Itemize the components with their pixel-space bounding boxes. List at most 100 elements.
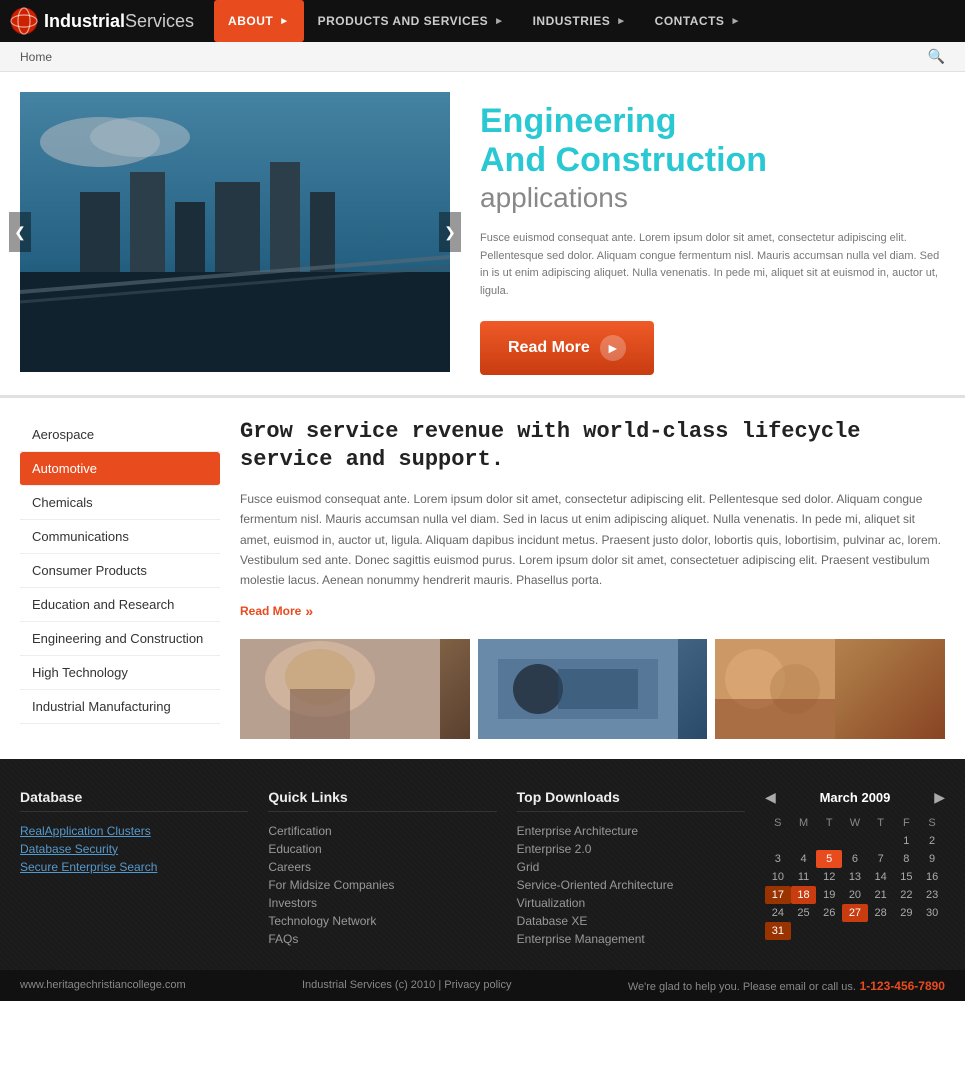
content-title: Grow service revenue with world-class li… bbox=[240, 418, 945, 475]
sidebar-item-industrial[interactable]: Industrial Manufacturing bbox=[20, 690, 220, 724]
calendar-day[interactable]: 7 bbox=[868, 850, 894, 868]
hero-subtitle: applications bbox=[480, 182, 945, 214]
footer-downloads-col: Top Downloads Enterprise Architecture En… bbox=[517, 789, 745, 950]
calendar-day[interactable]: 22 bbox=[894, 886, 920, 904]
footer-db-link-1[interactable]: Database Security bbox=[20, 842, 248, 856]
footer-dl-link-0[interactable]: Enterprise Architecture bbox=[517, 824, 745, 838]
calendar-day[interactable]: 11 bbox=[791, 868, 817, 886]
sidebar-item-engineering[interactable]: Engineering and Construction bbox=[20, 622, 220, 656]
calendar-day[interactable]: 5 bbox=[816, 850, 842, 868]
logo[interactable]: IndustrialServices bbox=[10, 7, 194, 35]
photo-2 bbox=[478, 639, 708, 739]
hero-description: Fusce euismod consequat ante. Lorem ipsu… bbox=[480, 230, 945, 300]
calendar-day[interactable]: 9 bbox=[919, 850, 945, 868]
sidebar-item-hightech[interactable]: High Technology bbox=[20, 656, 220, 690]
calendar-day bbox=[894, 922, 920, 940]
cal-day-t: T bbox=[816, 814, 842, 832]
photo-3 bbox=[715, 639, 945, 739]
calendar-day[interactable]: 2 bbox=[919, 832, 945, 850]
calendar-day[interactable]: 8 bbox=[894, 850, 920, 868]
hero-section: ❮ bbox=[0, 72, 965, 395]
calendar-day[interactable]: 30 bbox=[919, 904, 945, 922]
calendar-day[interactable]: 29 bbox=[894, 904, 920, 922]
footer-dl-link-6[interactable]: Enterprise Management bbox=[517, 932, 745, 946]
calendar-day[interactable]: 21 bbox=[868, 886, 894, 904]
search-icon[interactable]: 🔍 bbox=[928, 48, 945, 65]
calendar-day[interactable]: 19 bbox=[816, 886, 842, 904]
calendar-day[interactable]: 27 bbox=[842, 904, 868, 922]
footer-calendar: ◀ March 2009 ▶ S M T W T F S bbox=[765, 789, 945, 950]
footer-dl-link-5[interactable]: Database XE bbox=[517, 914, 745, 928]
hero-title-line1: Engineering bbox=[480, 102, 945, 141]
footer-ql-link-3[interactable]: For Midsize Companies bbox=[268, 878, 496, 892]
calendar-day[interactable]: 1 bbox=[894, 832, 920, 850]
nav-products[interactable]: PRODUCTS AND SERVICES ► bbox=[304, 0, 519, 42]
hero-next-button[interactable]: ❯ bbox=[439, 212, 461, 252]
footer-quicklinks-col: Quick Links Certification Education Care… bbox=[268, 789, 496, 950]
calendar-day[interactable]: 14 bbox=[868, 868, 894, 886]
sidebar-item-automotive[interactable]: Automotive bbox=[20, 452, 220, 486]
calendar-day[interactable]: 25 bbox=[791, 904, 817, 922]
footer-ql-link-1[interactable]: Education bbox=[268, 842, 496, 856]
calendar-day[interactable]: 23 bbox=[919, 886, 945, 904]
photo-1 bbox=[240, 639, 470, 739]
calendar-next-button[interactable]: ▶ bbox=[934, 789, 945, 806]
nav-contacts[interactable]: CONTACTS ► bbox=[641, 0, 755, 42]
hero-image-wrap: ❮ bbox=[20, 92, 450, 372]
calendar-day[interactable]: 28 bbox=[868, 904, 894, 922]
footer-dl-link-2[interactable]: Grid bbox=[517, 860, 745, 874]
footer-db-link-2[interactable]: Secure Enterprise Search bbox=[20, 860, 248, 874]
sidebar-item-communications[interactable]: Communications bbox=[20, 520, 220, 554]
sidebar-item-education[interactable]: Education and Research bbox=[20, 588, 220, 622]
calendar-day[interactable]: 6 bbox=[842, 850, 868, 868]
content-read-more-link[interactable]: Read More » bbox=[240, 603, 313, 619]
content-body: Fusce euismod consequat ante. Lorem ipsu… bbox=[240, 489, 945, 591]
sidebar-item-chemicals[interactable]: Chemicals bbox=[20, 486, 220, 520]
cal-day-f: F bbox=[894, 814, 920, 832]
calendar-day[interactable]: 13 bbox=[842, 868, 868, 886]
calendar-day bbox=[842, 922, 868, 940]
calendar-day[interactable]: 15 bbox=[894, 868, 920, 886]
footer-ql-link-0[interactable]: Certification bbox=[268, 824, 496, 838]
chevron-icon: ► bbox=[616, 16, 626, 27]
calendar-day[interactable]: 12 bbox=[816, 868, 842, 886]
content-area: Grow service revenue with world-class li… bbox=[240, 418, 945, 739]
calendar-day[interactable]: 20 bbox=[842, 886, 868, 904]
hero-prev-button[interactable]: ❮ bbox=[9, 212, 31, 252]
calendar-day[interactable]: 17 bbox=[765, 886, 791, 904]
sidebar-item-consumer[interactable]: Consumer Products bbox=[20, 554, 220, 588]
photos-row bbox=[240, 639, 945, 739]
footer-db-link-0[interactable]: RealApplication Clusters bbox=[20, 824, 248, 838]
calendar-prev-button[interactable]: ◀ bbox=[765, 789, 776, 806]
footer-copy: Industrial Services (c) 2010 | Privacy p… bbox=[302, 979, 512, 991]
footer-dl-link-3[interactable]: Service-Oriented Architecture bbox=[517, 878, 745, 892]
footer-dl-link-4[interactable]: Virtualization bbox=[517, 896, 745, 910]
nav-industries[interactable]: INDUSTRIES ► bbox=[519, 0, 641, 42]
nav-about[interactable]: ABOUT ► bbox=[214, 0, 304, 42]
breadcrumb-home[interactable]: Home bbox=[20, 50, 52, 64]
calendar-day[interactable]: 26 bbox=[816, 904, 842, 922]
footer-database-col: Database RealApplication Clusters Databa… bbox=[20, 789, 248, 950]
footer-top: Database RealApplication Clusters Databa… bbox=[20, 789, 945, 950]
cal-day-m: M bbox=[791, 814, 817, 832]
footer-glad-text: We're glad to help you. Please email or … bbox=[628, 978, 945, 993]
calendar-day[interactable]: 31 bbox=[765, 922, 791, 940]
footer-ql-link-6[interactable]: FAQs bbox=[268, 932, 496, 946]
calendar-day[interactable]: 3 bbox=[765, 850, 791, 868]
calendar-day bbox=[868, 922, 894, 940]
calendar-day[interactable]: 10 bbox=[765, 868, 791, 886]
calendar-day[interactable]: 18 bbox=[791, 886, 817, 904]
read-more-button[interactable]: Read More ► bbox=[480, 321, 654, 375]
footer-ql-link-5[interactable]: Technology Network bbox=[268, 914, 496, 928]
sidebar-item-aerospace[interactable]: Aerospace bbox=[20, 418, 220, 452]
calendar-day[interactable]: 24 bbox=[765, 904, 791, 922]
footer-ql-link-4[interactable]: Investors bbox=[268, 896, 496, 910]
footer: Database RealApplication Clusters Databa… bbox=[0, 759, 965, 1001]
calendar-day[interactable]: 4 bbox=[791, 850, 817, 868]
footer-downloads-title: Top Downloads bbox=[517, 789, 745, 812]
footer-dl-link-1[interactable]: Enterprise 2.0 bbox=[517, 842, 745, 856]
calendar-day[interactable]: 16 bbox=[919, 868, 945, 886]
footer-url: www.heritagechristiancollege.com bbox=[20, 979, 186, 991]
chevron-icon: ► bbox=[730, 16, 740, 27]
footer-ql-link-2[interactable]: Careers bbox=[268, 860, 496, 874]
